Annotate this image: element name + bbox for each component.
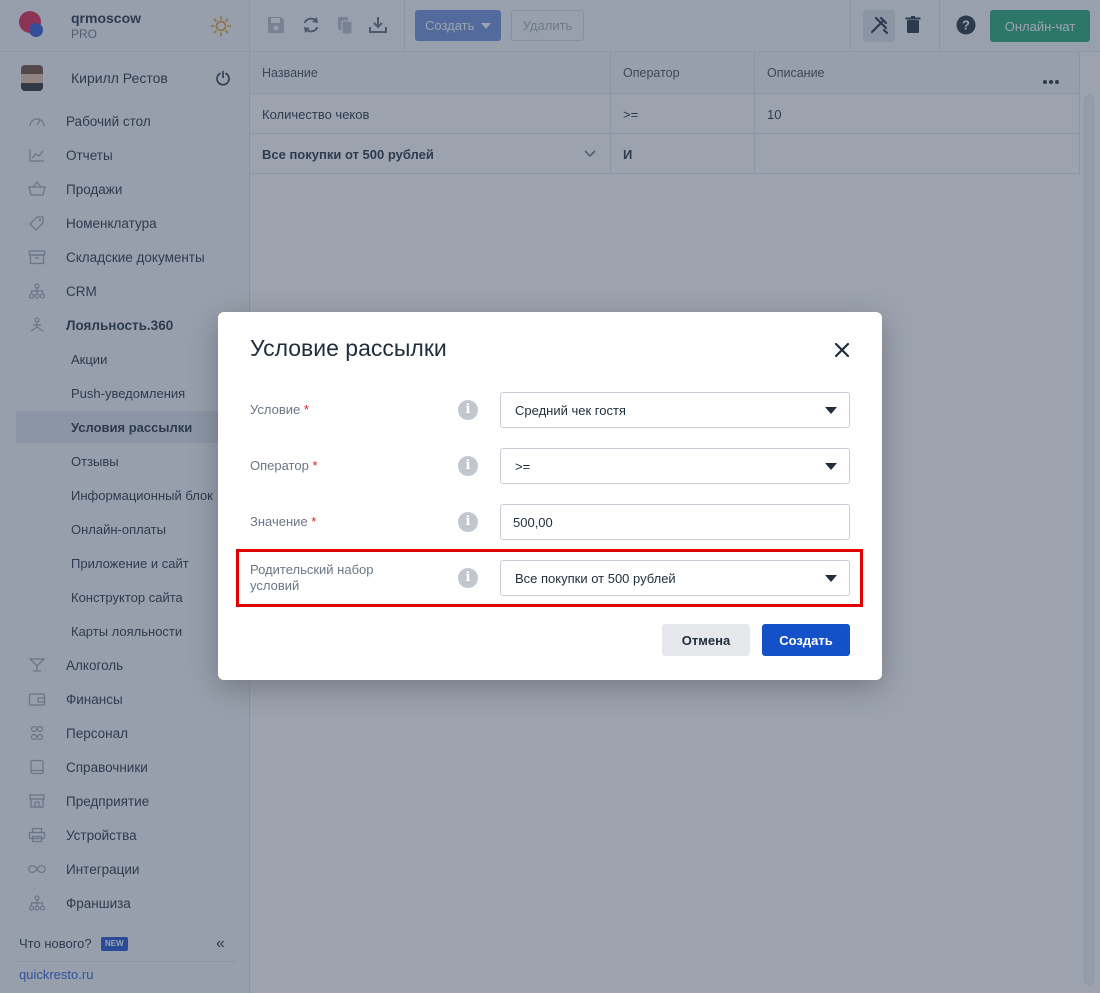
operator-select-value: >=	[515, 458, 531, 474]
dropdown-arrow-icon	[825, 575, 837, 582]
create-submit-button[interactable]: Создать	[762, 624, 850, 656]
cancel-button[interactable]: Отмена	[662, 624, 750, 656]
condition-select-value: Средний чек гостя	[515, 402, 626, 418]
operator-label: Оператор *	[250, 458, 420, 474]
info-icon[interactable]: i	[458, 456, 478, 476]
required-mark: *	[311, 514, 317, 529]
value-input[interactable]: 500,00	[500, 504, 850, 540]
operator-label-text: Оператор	[250, 458, 309, 473]
parent-set-select-value: Все покупки от 500 рублей	[515, 570, 676, 586]
value-label-text: Значение	[250, 514, 308, 529]
info-icon[interactable]: i	[458, 512, 478, 532]
value-input-text: 500,00	[513, 514, 553, 530]
required-mark: *	[312, 458, 318, 473]
dialog-title: Условие рассылки	[250, 335, 447, 361]
required-mark: *	[303, 402, 309, 417]
condition-label: Условие *	[250, 402, 420, 418]
info-icon[interactable]: i	[458, 400, 478, 420]
condition-label-text: Условие	[250, 402, 301, 417]
info-icon[interactable]: i	[458, 568, 478, 588]
value-label: Значение *	[250, 514, 420, 530]
parent-set-select[interactable]: Все покупки от 500 рублей	[500, 560, 850, 596]
dropdown-arrow-icon	[825, 407, 837, 414]
condition-select[interactable]: Средний чек гостя	[500, 392, 850, 428]
operator-select[interactable]: >=	[500, 448, 850, 484]
mailing-condition-dialog: Условие рассылки Условие * i Средний чек…	[218, 312, 882, 680]
close-icon[interactable]	[833, 341, 851, 359]
dropdown-arrow-icon	[825, 463, 837, 470]
parent-set-label: Родительский набор условий	[250, 562, 374, 593]
